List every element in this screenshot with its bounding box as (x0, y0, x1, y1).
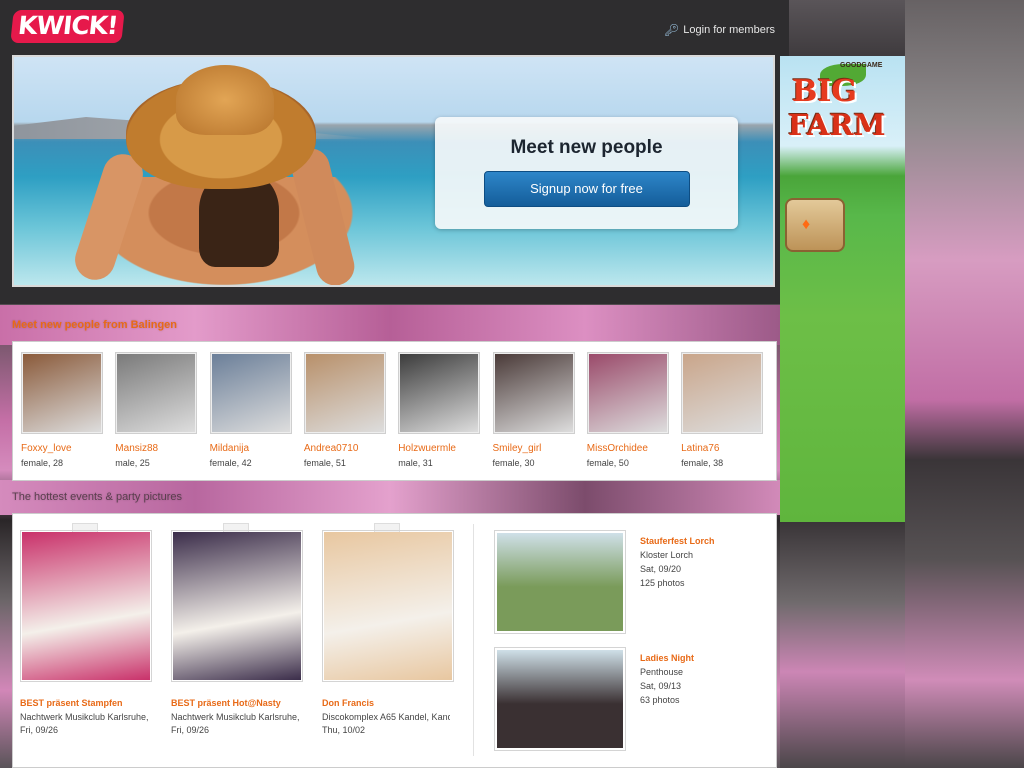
event-location: Nachtwerk Musikclub Karlsruhe, Karlsruhe (171, 712, 299, 722)
member-name[interactable]: Mildanija (210, 443, 292, 454)
member-info: female, 50 (586, 458, 629, 468)
signup-title: Meet new people (510, 137, 663, 158)
hero-banner: Meet new people Signup now for free (12, 55, 775, 287)
event-location: Nachtwerk Musikclub Karlsruhe, Karlsruhe (20, 712, 148, 722)
event-date: Fri, 09/26 (20, 725, 59, 735)
album-photo[interactable] (494, 647, 626, 751)
member-name[interactable]: Andrea0710 (304, 443, 386, 454)
event-title[interactable]: BEST präsent Hot@Nasty (171, 698, 303, 708)
ad-brand: GOODGAME (840, 62, 883, 69)
member-info: female, 28 (21, 458, 64, 468)
background-texture (780, 522, 905, 768)
member-photo[interactable] (681, 352, 764, 434)
event-card[interactable]: Don Francis Discokomplex A65 Kandel, Kand… (322, 523, 454, 735)
members-heading: Meet new people from Balingen (12, 319, 177, 331)
event-flyer[interactable] (20, 530, 152, 682)
member-card[interactable]: MissOrchidee female, 50 (586, 352, 669, 468)
login-link[interactable]: 🔑︎ Login for members (664, 23, 775, 37)
album-photo-count: 63 photos (640, 695, 680, 705)
event-card[interactable]: BEST präsent Stampfen Nachtwerk Musikclub… (20, 523, 152, 735)
member-name[interactable]: Smiley_girl (493, 443, 575, 454)
events-panel: BEST präsent Stampfen Nachtwerk Musikclub… (12, 513, 777, 768)
member-photo[interactable] (21, 352, 103, 434)
album-location: Penthouse (640, 667, 684, 677)
event-location: Discokomplex A65 Kandel, Kandel (322, 712, 450, 722)
ad-title-big: BIG (792, 74, 858, 109)
member-info: female, 51 (303, 458, 346, 468)
member-name[interactable]: Latina76 (681, 443, 763, 454)
member-photo[interactable] (303, 352, 386, 434)
member-photo[interactable] (492, 352, 575, 434)
divider (473, 524, 474, 756)
hero-hat-crown (176, 65, 274, 135)
album-info: Ladies Night Penthouse Sat, 09/13 63 photos (640, 647, 734, 705)
member-info: female, 42 (209, 458, 252, 468)
event-title[interactable]: Don Francis (322, 698, 454, 708)
member-card[interactable]: Foxxy_love female, 28 (21, 352, 103, 468)
member-photo[interactable] (398, 352, 481, 434)
members-heading-text: Meet new people from Balingen (12, 319, 178, 331)
member-info: male, 25 (115, 458, 150, 468)
album-location: Kloster Lorch (640, 550, 694, 560)
album-title[interactable]: Stauferfest Lorch (640, 536, 734, 546)
album-date: Sat, 09/13 (640, 681, 682, 691)
event-date: Thu, 10/02 (322, 725, 366, 735)
kwick-logo[interactable]: KWICK! (10, 10, 126, 43)
events-heading: The hottest events & party pictures (12, 491, 182, 503)
member-strip: Foxxy_love female, 28 Mansiz88 male, 25 Mild… (12, 341, 777, 481)
member-photo[interactable] (209, 352, 292, 434)
member-card[interactable]: Smiley_girl female, 30 (492, 352, 575, 468)
top-bar: KWICK! 🔑︎ Login for members Meet new peo… (0, 0, 789, 304)
event-title[interactable]: BEST präsent Stampfen (20, 698, 152, 708)
event-date: Fri, 09/26 (171, 725, 210, 735)
bigfarm-ad[interactable]: GOODGAME BIG FARM ♦ (780, 56, 905, 522)
event-flyer[interactable] (171, 530, 303, 682)
member-name[interactable]: Holzwuermle (398, 443, 480, 454)
key-icon: 🔑︎ (664, 23, 680, 37)
event-card[interactable]: BEST präsent Hot@Nasty Nachtwerk Musikclu… (171, 523, 303, 735)
member-card[interactable]: Mansiz88 male, 25 (115, 352, 198, 468)
member-info: male, 31 (398, 458, 433, 468)
album-photo-count: 125 photos (640, 578, 685, 588)
member-card[interactable]: Andrea0710 female, 51 (303, 352, 386, 468)
carrot-icon: ♦ (802, 216, 811, 233)
events-heading-text: The hottest events & party pictures (12, 491, 182, 503)
signup-box: Meet new people Signup now for free (435, 117, 738, 229)
member-info: female, 30 (492, 458, 535, 468)
member-photo[interactable] (115, 352, 198, 434)
member-card[interactable]: Latina76 female, 38 (681, 352, 764, 468)
seed-sack-graphic (785, 198, 845, 252)
member-photo[interactable] (586, 352, 669, 434)
login-label: Login for members (683, 24, 775, 36)
member-info: female, 38 (681, 458, 724, 468)
album-info: Stauferfest Lorch Kloster Lorch Sat, 09/20… (640, 530, 734, 588)
photo-album[interactable]: Ladies Night Penthouse Sat, 09/13 63 photos (494, 647, 734, 751)
member-name[interactable]: Foxxy_love (21, 443, 103, 454)
background-texture (905, 0, 1024, 768)
member-name[interactable]: MissOrchidee (587, 443, 669, 454)
member-card[interactable]: Mildanija female, 42 (209, 352, 292, 468)
ad-title-farm: FARM (788, 108, 886, 142)
event-flyer[interactable] (322, 530, 454, 682)
member-name[interactable]: Mansiz88 (115, 443, 197, 454)
album-title[interactable]: Ladies Night (640, 653, 734, 663)
photo-album[interactable]: Stauferfest Lorch Kloster Lorch Sat, 09/20… (494, 530, 734, 634)
album-photo[interactable] (494, 530, 626, 634)
signup-button[interactable]: Signup now for free (483, 171, 690, 207)
album-date: Sat, 09/20 (640, 564, 682, 574)
member-card[interactable]: Holzwuermle male, 31 (398, 352, 481, 468)
